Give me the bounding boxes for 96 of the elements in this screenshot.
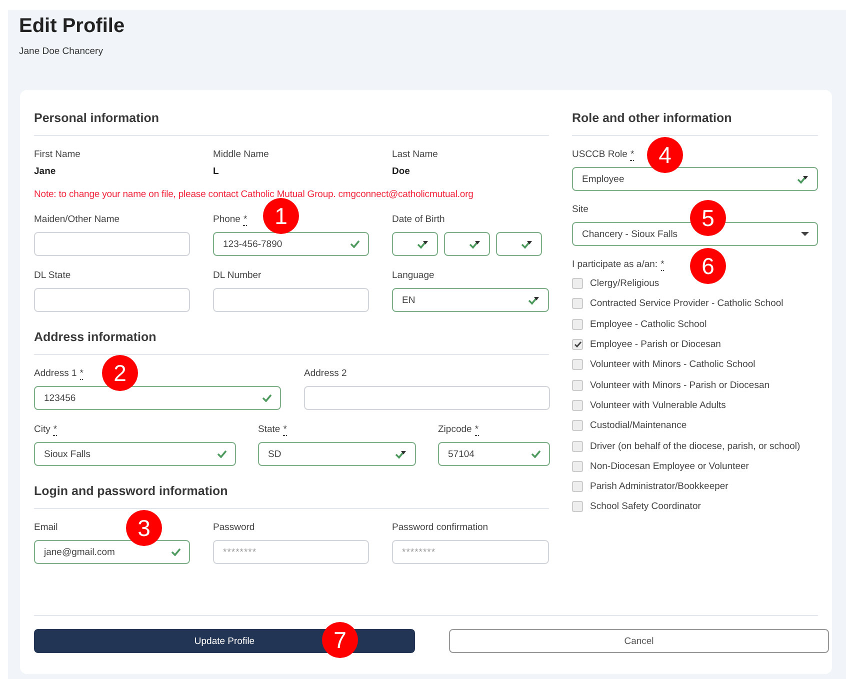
- field-label: Password confirmation: [392, 522, 488, 533]
- field-label: USCCB Role: [572, 149, 628, 160]
- check-arrow-icon: [521, 240, 533, 248]
- field-label: Address 1: [34, 368, 77, 379]
- field-value: L: [213, 166, 220, 177]
- required-mark: *: [660, 259, 664, 271]
- check-arrow-icon: [417, 240, 429, 248]
- check-arrow-icon: [797, 174, 809, 184]
- checkbox[interactable]: [572, 318, 583, 330]
- field-label: Maiden/Other Name: [34, 214, 120, 225]
- field-value: Doe: [392, 166, 411, 177]
- checkbox[interactable]: [572, 400, 583, 411]
- input-field[interactable]: [213, 288, 369, 312]
- checkbox[interactable]: [572, 278, 583, 290]
- select-field[interactable]: EN: [392, 288, 549, 312]
- required-mark: *: [243, 214, 248, 226]
- field-label: Middle Name: [213, 149, 270, 161]
- checkbox[interactable]: [572, 380, 583, 391]
- check-icon: [350, 240, 360, 248]
- required-mark: *: [474, 424, 479, 436]
- field-label: State: [258, 424, 280, 435]
- checkbox-label: Contracted Service Provider - Catholic School: [590, 298, 784, 310]
- checkbox-label: Custodial/Maintenance: [590, 420, 687, 432]
- checkbox[interactable]: [572, 460, 583, 472]
- callout-badge: 2: [102, 355, 138, 391]
- required-mark: *: [283, 424, 287, 436]
- checkbox-label: Employee - Parish or Diocesan: [590, 339, 721, 350]
- check-icon: [531, 450, 541, 458]
- field-label: Zipcode: [438, 424, 472, 435]
- checkbox[interactable]: [572, 440, 583, 452]
- input-field[interactable]: [304, 386, 550, 410]
- checkbox[interactable]: [572, 481, 583, 492]
- field-value: Jane: [34, 166, 57, 177]
- select-field[interactable]: Employee: [572, 167, 818, 191]
- checkbox-label: Non-Diocesan Employee or Volunteer: [590, 460, 749, 472]
- checkbox-label: Parish Administrator/Bookkeeper: [590, 481, 728, 492]
- callout-badge: 6: [690, 248, 726, 284]
- field-label: Site: [572, 204, 588, 215]
- date-select[interactable]: [496, 232, 542, 256]
- input-field[interactable]: 123456: [34, 386, 281, 410]
- checkbox-label: Driver (on behalf of the diocese, parish, or school): [590, 440, 800, 452]
- page-title: Edit Profile: [19, 15, 126, 38]
- checkbox-label: Volunteer with Minors - Parish or Diocesan: [590, 380, 770, 391]
- field-label: Phone: [213, 214, 240, 225]
- input-field[interactable]: 57104: [438, 442, 550, 466]
- name-change-note: Note: to change your name on file, please contact Catholic Mutual Group. cmgconnect@catholicmutual.org: [34, 189, 474, 200]
- checkbox-label: Volunteer with Minors - Catholic School: [590, 359, 756, 370]
- section-heading: Address information: [34, 330, 549, 355]
- caret-icon: [801, 232, 809, 236]
- required-mark: *: [630, 149, 634, 161]
- checkbox[interactable]: [572, 359, 583, 370]
- checkbox[interactable]: [572, 501, 583, 512]
- input-field[interactable]: [34, 232, 190, 256]
- field-label: DL State: [34, 270, 71, 281]
- select-field[interactable]: SD: [258, 442, 416, 466]
- checkbox-label: Clergy/Religious: [590, 278, 660, 290]
- field-label: City: [34, 424, 50, 435]
- check-arrow-icon: [469, 240, 481, 248]
- callout-badge: 4: [647, 137, 683, 173]
- date-select[interactable]: [392, 232, 438, 256]
- input-field[interactable]: 123-456-7890: [213, 232, 369, 256]
- checkbox[interactable]: [572, 420, 583, 432]
- field-label: Last Name: [392, 149, 439, 161]
- required-mark: *: [53, 424, 58, 436]
- input-field[interactable]: [34, 288, 190, 312]
- section-heading: Role and other information: [572, 111, 818, 136]
- input-field[interactable]: Sioux Falls: [34, 442, 236, 466]
- field-label: First Name: [34, 149, 82, 161]
- page-subtitle: Jane Doe Chancery: [19, 46, 104, 57]
- cancel-button[interactable]: Cancel: [449, 629, 829, 653]
- field-label: Address 2: [304, 368, 347, 379]
- checkbox[interactable]: [572, 339, 583, 350]
- checkbox-label: School Safety Coordinator: [590, 501, 701, 512]
- check-arrow-icon: [395, 450, 407, 458]
- checkbox[interactable]: [572, 298, 583, 310]
- check-arrow-icon: [528, 296, 540, 304]
- date-select[interactable]: [444, 232, 490, 256]
- checkbox-label: Volunteer with Vulnerable Adults: [590, 400, 726, 411]
- checkbox-label: Employee - Catholic School: [590, 318, 707, 330]
- callout-badge: 7: [322, 622, 358, 658]
- field-label: Password: [213, 522, 255, 533]
- required-mark: *: [80, 368, 84, 380]
- input-field[interactable]: jane@gmail.com: [34, 540, 190, 564]
- section-heading: Login and password information: [34, 484, 549, 509]
- field-label: DL Number: [213, 270, 262, 281]
- section-heading: Personal information: [34, 111, 549, 136]
- callout-badge: 1: [263, 198, 299, 234]
- field-label: Language: [392, 270, 434, 281]
- check-icon: [217, 450, 227, 458]
- field-label: Email: [34, 522, 58, 533]
- callout-badge: 5: [690, 200, 726, 236]
- check-icon: [171, 548, 181, 556]
- field-label: Date of Birth: [392, 214, 445, 225]
- callout-badge: 3: [126, 510, 162, 546]
- field-label: I participate as a/an:: [572, 259, 658, 270]
- check-icon: [262, 394, 272, 402]
